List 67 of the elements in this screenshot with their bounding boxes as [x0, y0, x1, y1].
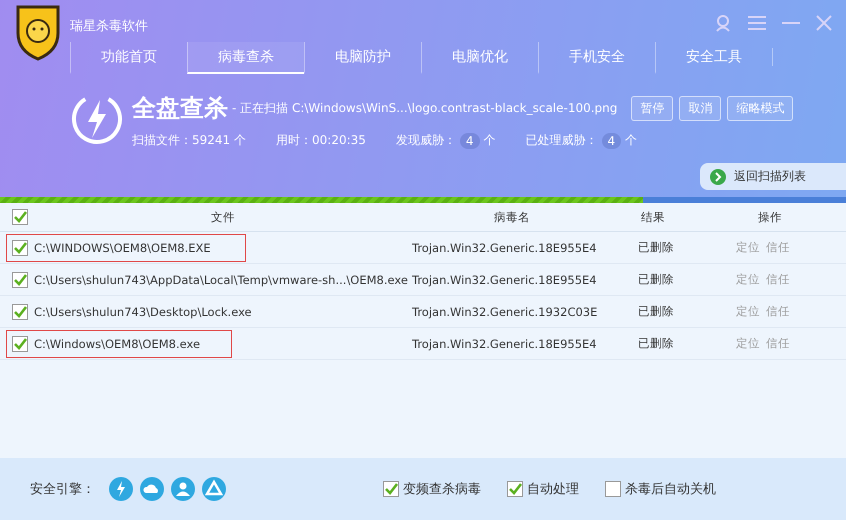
action-link[interactable]: 定位 [736, 304, 760, 319]
stat-label: 发现威胁： [396, 132, 456, 149]
result-text: 已删除 [637, 336, 675, 351]
person-engine-icon[interactable] [171, 477, 195, 501]
result-text: 已删除 [637, 304, 675, 319]
file-path: C:\Users\shulun743\Desktop\Lock.exe [34, 304, 252, 318]
checkbox[interactable] [605, 481, 621, 497]
back-to-list-button[interactable]: 返回扫描列表 [700, 163, 846, 190]
action-link[interactable]: 定位 [736, 240, 760, 255]
option-label: 变频查杀病毒 [403, 481, 481, 498]
column-header: 结果 [640, 210, 666, 224]
app-title: 瑞星杀毒软件 [70, 18, 148, 35]
virus-name: Trojan.Win32.Generic.18E955E4 [412, 240, 598, 254]
action-link[interactable]: 信任 [766, 272, 790, 287]
chevron-right-icon [710, 168, 726, 184]
scan-button[interactable]: 缩略模式 [727, 96, 794, 120]
stat-label: 已处理威胁： [526, 132, 598, 149]
result-text: 已删除 [637, 240, 675, 255]
minimize-icon[interactable] [782, 21, 800, 25]
nav-tab[interactable]: 安全工具 [655, 42, 772, 74]
checkbox[interactable] [12, 240, 28, 256]
triangle-engine-icon[interactable] [202, 477, 226, 501]
stat-unit: 个 [484, 132, 496, 149]
checkbox[interactable] [12, 336, 28, 352]
select-all-checkbox[interactable] [12, 209, 28, 225]
lion-shield-logo [14, 3, 62, 61]
file-path: C:\WINDOWS\OEM8\OEM8.EXE [34, 240, 211, 254]
nav-tab[interactable]: 手机安全 [538, 42, 655, 74]
bolt-engine-icon[interactable] [109, 477, 133, 501]
count-badge: 4 [602, 132, 622, 148]
scan-button[interactable]: 取消 [679, 96, 722, 120]
count-badge: 4 [460, 132, 480, 148]
action-link[interactable]: 定位 [736, 272, 760, 287]
action-link[interactable]: 信任 [766, 304, 790, 319]
action-link[interactable]: 信任 [766, 336, 790, 351]
checkbox[interactable] [507, 481, 523, 497]
nav-tab[interactable]: 功能首页 [70, 42, 187, 74]
checkbox[interactable] [383, 481, 399, 497]
virus-name: Trojan.Win32.Generic.18E955E4 [412, 336, 598, 350]
close-icon[interactable] [816, 15, 832, 31]
cloud-engine-icon[interactable] [140, 477, 164, 501]
column-header: 病毒名 [493, 210, 531, 224]
option-label: 杀毒后自动关机 [625, 481, 716, 498]
checkbox[interactable] [12, 304, 28, 320]
action-link[interactable]: 定位 [736, 336, 760, 351]
result-text: 已删除 [637, 272, 675, 287]
action-link[interactable]: 信任 [766, 240, 790, 255]
nav-tab[interactable]: 电脑优化 [421, 42, 538, 74]
stat-unit: 个 [625, 132, 638, 149]
scan-status: - 正在扫描 C:\Windows\WinS...\logo.contrast-black_scale-100.png [232, 100, 618, 116]
checkbox[interactable] [12, 272, 28, 288]
file-path: C:\Windows\OEM8\OEM8.exe [34, 336, 200, 350]
nav-tab[interactable]: 电脑防护 [304, 42, 421, 74]
scan-button[interactable]: 暂停 [631, 96, 674, 120]
column-header: 文件 [210, 210, 236, 224]
user-icon[interactable] [714, 14, 732, 32]
virus-name: Trojan.Win32.Generic.1932C03E [412, 304, 598, 318]
stat-label: 用时：00:20:35 [276, 132, 366, 149]
column-header: 操作 [757, 210, 783, 224]
stat-label: 扫描文件：59241 个 [132, 132, 246, 149]
engine-label: 安全引擎： [30, 481, 95, 498]
virus-name: Trojan.Win32.Generic.18E955E4 [412, 272, 598, 286]
option-label: 自动处理 [527, 481, 579, 498]
scan-title: 全盘查杀 [132, 93, 228, 124]
menu-icon[interactable] [748, 16, 766, 30]
file-path: C:\Users\shulun743\AppData\Local\Temp\vmware-sh...\OEM8.exe [34, 272, 408, 286]
nav-tab[interactable]: 病毒查杀 [187, 42, 304, 74]
